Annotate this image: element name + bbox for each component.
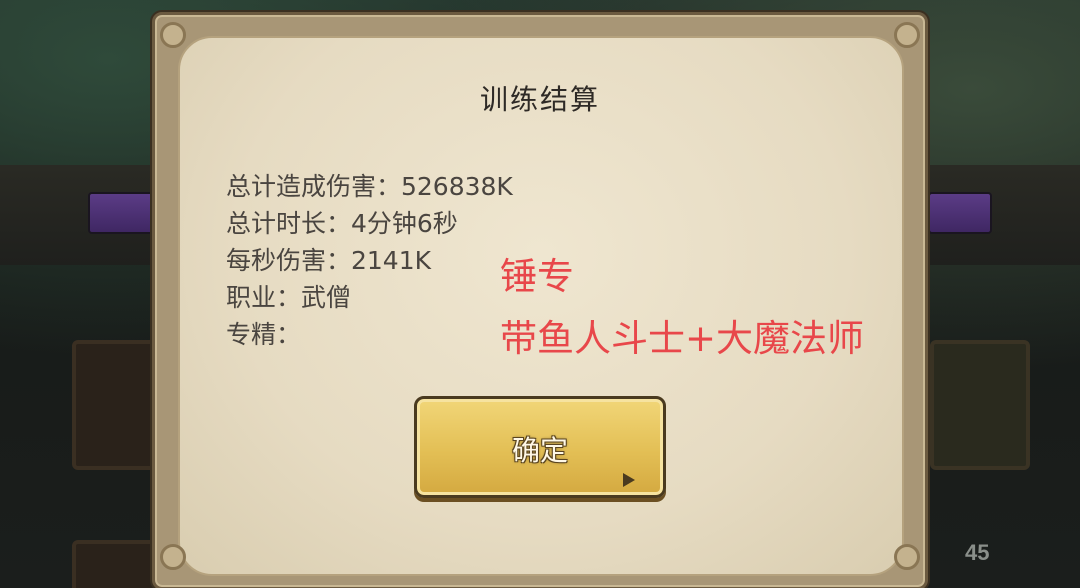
stat-total-time: 总计时长：4分钟6秒 [226,209,458,238]
dialog-title: 训练结算 [479,83,600,116]
stat-total-damage: 总计造成伤害：526838K [226,172,513,201]
annotation-line-2: 带鱼人斗士+大魔法师 [500,317,865,360]
frame-corner-ornament [160,544,186,570]
confirm-button-label: 确定 [511,434,568,467]
annotation-line-1: 锤专 [500,255,574,298]
stats-list: 总计造成伤害：526838K 总计时长：4分钟6秒 每秒伤害：2141K 职业：… [226,168,513,353]
frame-corner-ornament [894,544,920,570]
background-counter: 45 [965,540,990,565]
frame-corner-ornament [160,22,186,48]
button-notch-icon [623,473,635,487]
confirm-button[interactable]: 确定 [414,396,666,498]
frame-corner-ornament [894,22,920,48]
background-purple-bar-right [928,192,992,234]
background-purple-bar-left [88,192,158,234]
background-card-right [930,340,1030,470]
stat-class: 职业：武僧 [226,283,352,312]
game-screen: 45 训练结算 总计造成伤害：526838K 总计时长：4分钟6秒 每秒伤害：2… [0,0,1080,588]
stat-specialty: 专精： [226,320,302,349]
stat-dps: 每秒伤害：2141K [226,246,432,275]
